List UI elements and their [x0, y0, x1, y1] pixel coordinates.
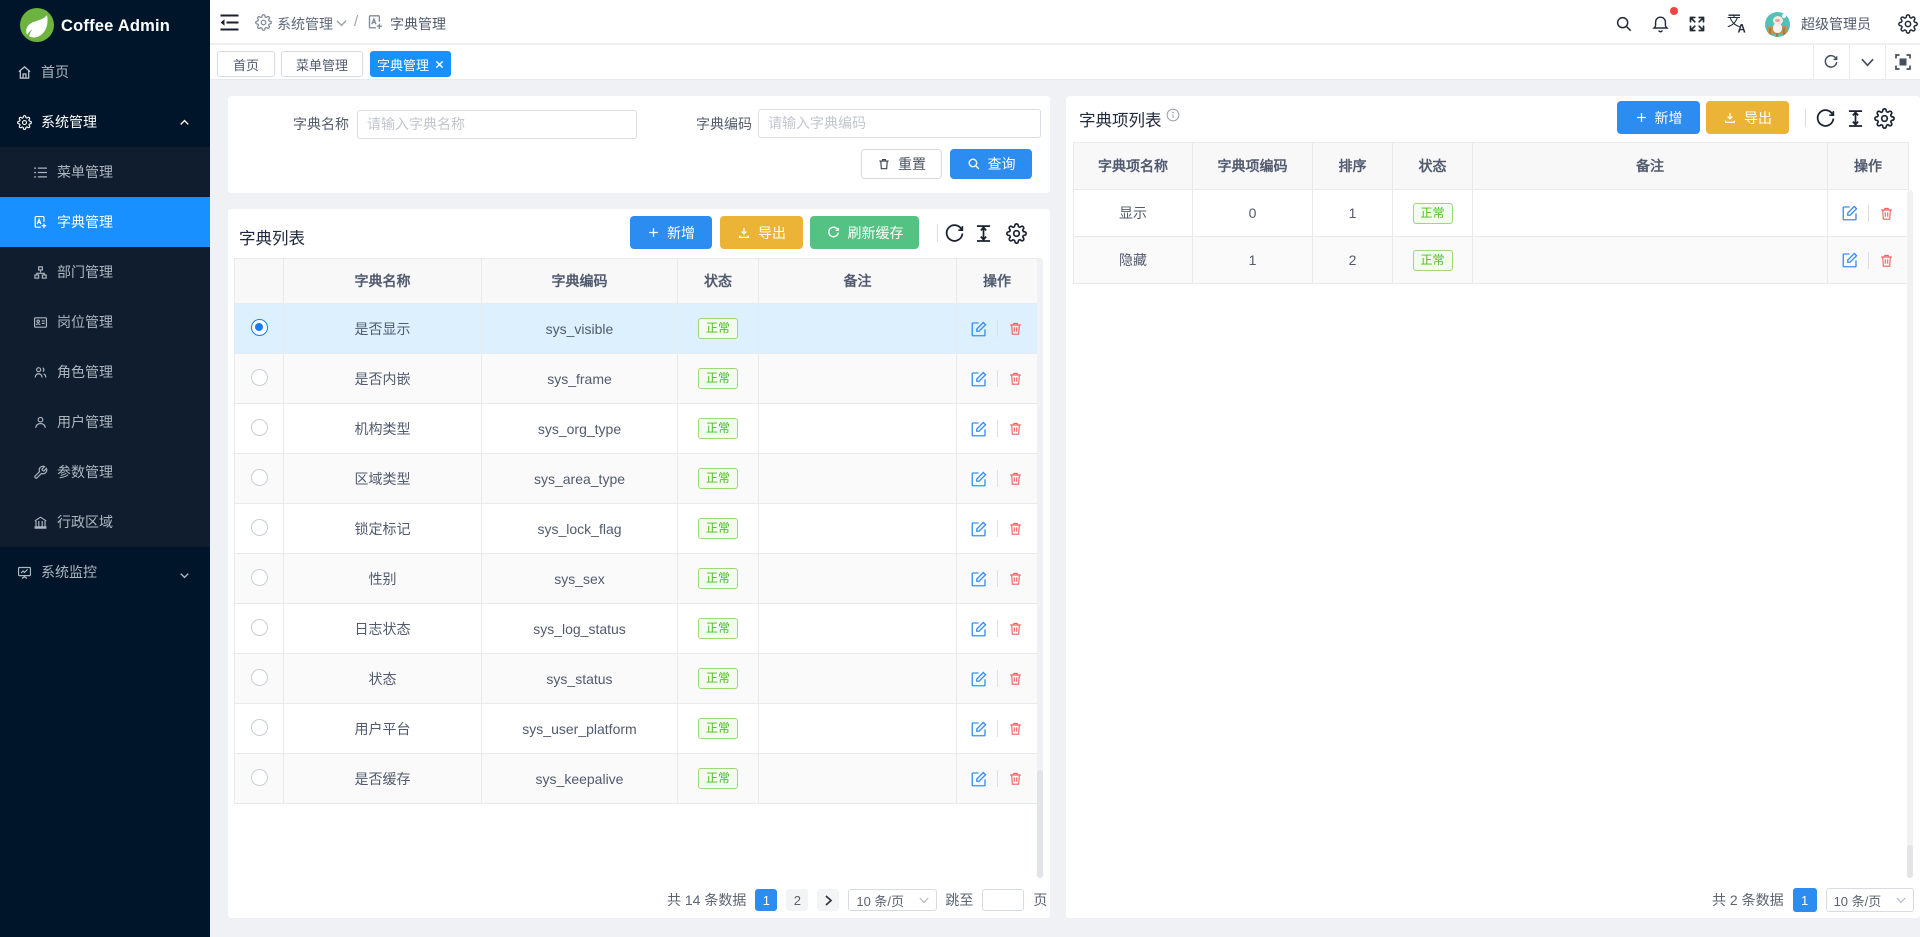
- svg-text:A: A: [1738, 24, 1746, 34]
